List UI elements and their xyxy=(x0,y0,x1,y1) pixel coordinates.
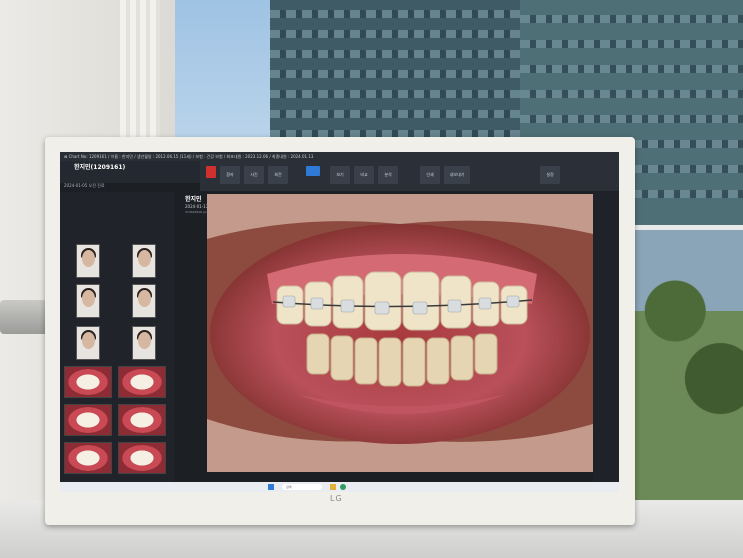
toolbar-button[interactable]: 회전 xyxy=(268,166,288,184)
taskbar-search[interactable]: 검색 xyxy=(282,484,322,490)
face-photo-thumb[interactable] xyxy=(132,284,156,318)
trees xyxy=(630,230,743,500)
intraoral-photo-thumb[interactable] xyxy=(118,404,166,436)
face-photo-thumb[interactable] xyxy=(76,326,100,360)
app-title-bar: ⊠ Chart No: 1209161 / 이름 : 한지민 / 생년월일 : … xyxy=(60,152,619,161)
toolbar-button[interactable]: 사진 xyxy=(244,166,264,184)
lg-logo: LG xyxy=(330,494,343,503)
face-photo-thumb[interactable] xyxy=(132,326,156,360)
photo-patient-name: 한지민 xyxy=(185,196,202,203)
toolbar-button[interactable]: 보기 xyxy=(330,166,350,184)
teeth-braces-photo xyxy=(207,194,593,472)
face-photo-thumb[interactable] xyxy=(76,284,100,318)
intraoral-photo[interactable] xyxy=(207,194,593,472)
face-photo-thumb[interactable] xyxy=(132,244,156,278)
face-photo-thumb[interactable] xyxy=(76,244,100,278)
toolbar-button[interactable]: 설정 xyxy=(540,166,560,184)
folder-icon[interactable] xyxy=(330,484,336,490)
toolbar-button[interactable]: 비교 xyxy=(354,166,374,184)
intraoral-photo-thumb[interactable] xyxy=(64,442,112,474)
window-lower xyxy=(630,230,743,500)
active-tool-button[interactable] xyxy=(306,166,320,176)
toolbar: 환자 사진 회전 보기 비교 분석 인쇄 내보내기 설정 xyxy=(200,161,619,191)
browser-icon[interactable] xyxy=(340,484,346,490)
windows-start-icon[interactable] xyxy=(268,484,274,490)
monitor-screen: ⊠ Chart No: 1209161 / 이름 : 한지민 / 생년월일 : … xyxy=(60,152,619,492)
right-info-panel xyxy=(593,192,619,482)
intraoral-photo-thumb[interactable] xyxy=(64,366,112,398)
record-button[interactable] xyxy=(206,166,216,178)
toolbar-button[interactable]: 환자 xyxy=(220,166,240,184)
toolbar-button[interactable]: 내보내기 xyxy=(444,166,470,184)
intraoral-photo-thumb[interactable] xyxy=(118,442,166,474)
toolbar-button[interactable]: 분석 xyxy=(378,166,398,184)
intraoral-photo-thumb[interactable] xyxy=(118,366,166,398)
visit-date: 2024-01-05 오전 진료 xyxy=(64,183,105,188)
patient-name[interactable]: 한지민(1209161) xyxy=(74,162,125,171)
photo-size: 3744x5616 px xyxy=(185,210,207,214)
intraoral-photo-thumb[interactable] xyxy=(64,404,112,436)
thumbnail-panel xyxy=(60,192,174,482)
toolbar-button[interactable]: 인쇄 xyxy=(420,166,440,184)
